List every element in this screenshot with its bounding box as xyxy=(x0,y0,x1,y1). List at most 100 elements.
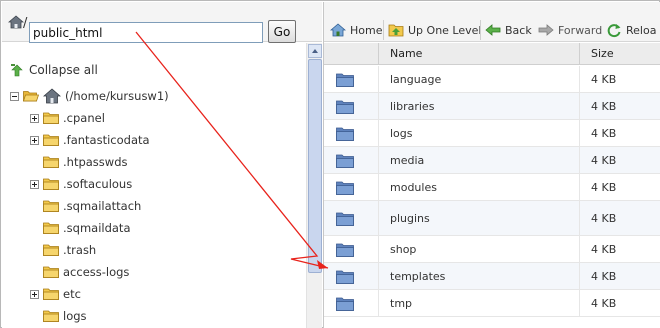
file-name: libraries xyxy=(380,93,580,119)
home-label: Home xyxy=(350,23,383,37)
house-icon[interactable] xyxy=(7,15,25,29)
table-row[interactable]: language 4 KB xyxy=(324,66,660,93)
tree-item[interactable]: logs xyxy=(30,305,87,327)
folder-icon xyxy=(336,181,354,195)
expand-toggle-icon[interactable] xyxy=(30,179,39,189)
up-folder-icon xyxy=(388,22,404,38)
tree-item[interactable]: .trash xyxy=(30,239,96,261)
table-row[interactable]: media 4 KB xyxy=(324,147,660,174)
file-name: modules xyxy=(380,174,580,200)
expand-toggle-icon[interactable] xyxy=(30,135,39,145)
house-icon xyxy=(329,22,347,38)
file-size: 4 KB xyxy=(581,93,660,119)
file-list-pane: Home Up One Level Back Forward Reloa Nam… xyxy=(323,2,660,328)
scroll-thumb[interactable] xyxy=(308,59,322,273)
back-label: Back xyxy=(505,23,532,37)
path-input[interactable] xyxy=(29,22,263,43)
table-row[interactable]: logs 4 KB xyxy=(324,120,660,147)
folder-icon xyxy=(43,200,59,212)
file-size: 4 KB xyxy=(581,174,660,200)
table-row[interactable]: libraries 4 KB xyxy=(324,93,660,120)
collapse-all-link[interactable]: Collapse all xyxy=(10,62,98,78)
home-button[interactable]: Home xyxy=(329,21,383,39)
collapse-all-label: Collapse all xyxy=(29,63,98,77)
file-name: logs xyxy=(380,120,580,146)
folder-icon xyxy=(43,156,59,168)
folder-tree-pane: / Go Collapse all xyxy=(2,2,322,328)
column-header-size[interactable]: Size xyxy=(581,43,660,65)
file-size: 4 KB xyxy=(581,66,660,92)
collapse-toggle-icon[interactable] xyxy=(10,91,19,101)
tree-item-label: .fantasticodata xyxy=(63,133,150,147)
folder-icon xyxy=(43,178,59,190)
folder-icon xyxy=(43,244,59,256)
folder-icon xyxy=(43,266,59,278)
file-size: 4 KB xyxy=(581,147,660,173)
folder-icon xyxy=(336,243,354,257)
table-row[interactable]: modules 4 KB xyxy=(324,174,660,201)
up-one-level-button[interactable]: Up One Level xyxy=(388,21,481,39)
scroll-up-arrow-icon[interactable] xyxy=(308,44,322,58)
tree-item[interactable]: .sqmaildata xyxy=(30,217,131,239)
file-name: templates xyxy=(380,263,580,289)
tree-root[interactable]: (/home/kursusw1) xyxy=(10,85,169,107)
table-row[interactable]: shop 4 KB xyxy=(324,236,660,263)
address-bar: / Go xyxy=(2,2,322,43)
forward-button[interactable]: Forward xyxy=(538,21,602,39)
folder-icon xyxy=(336,73,354,87)
folder-icon xyxy=(43,310,59,322)
file-name: tmp xyxy=(380,290,580,316)
tree-item[interactable]: .sqmailattach xyxy=(30,195,141,217)
folder-icon xyxy=(336,127,354,141)
folder-icon xyxy=(336,154,354,168)
column-header-name[interactable]: Name xyxy=(380,43,580,65)
tree-item-label: .sqmaildata xyxy=(63,221,131,235)
open-folder-icon xyxy=(23,90,39,102)
gray-right-arrow-icon xyxy=(538,22,554,38)
file-size: 4 KB xyxy=(581,201,660,235)
tree-item[interactable]: etc xyxy=(30,283,81,305)
tree-item[interactable]: .softaculous xyxy=(30,173,132,195)
expand-toggle-icon[interactable] xyxy=(30,289,39,299)
file-manager-window: / Go Collapse all xyxy=(0,0,660,328)
green-left-arrow-icon xyxy=(485,22,501,38)
table-header: Name Size xyxy=(324,43,660,65)
tree-item[interactable]: .cpanel xyxy=(30,107,105,129)
reload-icon xyxy=(606,22,622,38)
tree-item-label: logs xyxy=(63,309,87,323)
folder-icon xyxy=(43,134,59,146)
tree-scrollbar[interactable] xyxy=(306,43,322,328)
column-header-icon[interactable] xyxy=(324,43,379,65)
tree-item[interactable]: access-logs xyxy=(30,261,129,283)
folder-icon xyxy=(336,212,354,226)
file-name: media xyxy=(380,147,580,173)
tree-item-label: .cpanel xyxy=(63,111,105,125)
file-name: plugins xyxy=(380,201,580,235)
tree-item-label: .trash xyxy=(63,243,97,257)
expand-toggle-icon[interactable] xyxy=(30,113,39,123)
folder-icon xyxy=(336,270,354,284)
tree-item[interactable]: .fantasticodata xyxy=(30,129,150,151)
forward-label: Forward xyxy=(558,23,603,37)
tree-item-label: .htpasswds xyxy=(63,155,128,169)
folder-icon xyxy=(43,222,59,234)
tree-item-label: .softaculous xyxy=(63,177,133,191)
table-row[interactable]: plugins 4 KB xyxy=(324,201,660,236)
collapse-arrow-icon xyxy=(10,63,24,77)
table-row[interactable]: templates 4 KB xyxy=(324,263,660,290)
file-size: 4 KB xyxy=(581,120,660,146)
tree-item-label: .sqmailattach xyxy=(63,199,142,213)
back-button[interactable]: Back xyxy=(485,21,532,39)
reload-button[interactable]: Reloa xyxy=(606,21,656,39)
toolbar-divider xyxy=(383,20,384,40)
tree-item[interactable]: .htpasswds xyxy=(30,151,127,173)
toolbar-divider xyxy=(480,20,481,40)
up-one-level-label: Up One Level xyxy=(408,23,482,37)
file-name: language xyxy=(380,66,580,92)
file-size: 4 KB xyxy=(581,290,660,316)
reload-label: Reloa xyxy=(626,23,657,37)
tree-item-label: access-logs xyxy=(63,265,130,279)
go-button[interactable]: Go xyxy=(268,20,296,43)
table-row[interactable]: tmp 4 KB xyxy=(324,290,660,317)
folder-icon xyxy=(43,112,59,124)
